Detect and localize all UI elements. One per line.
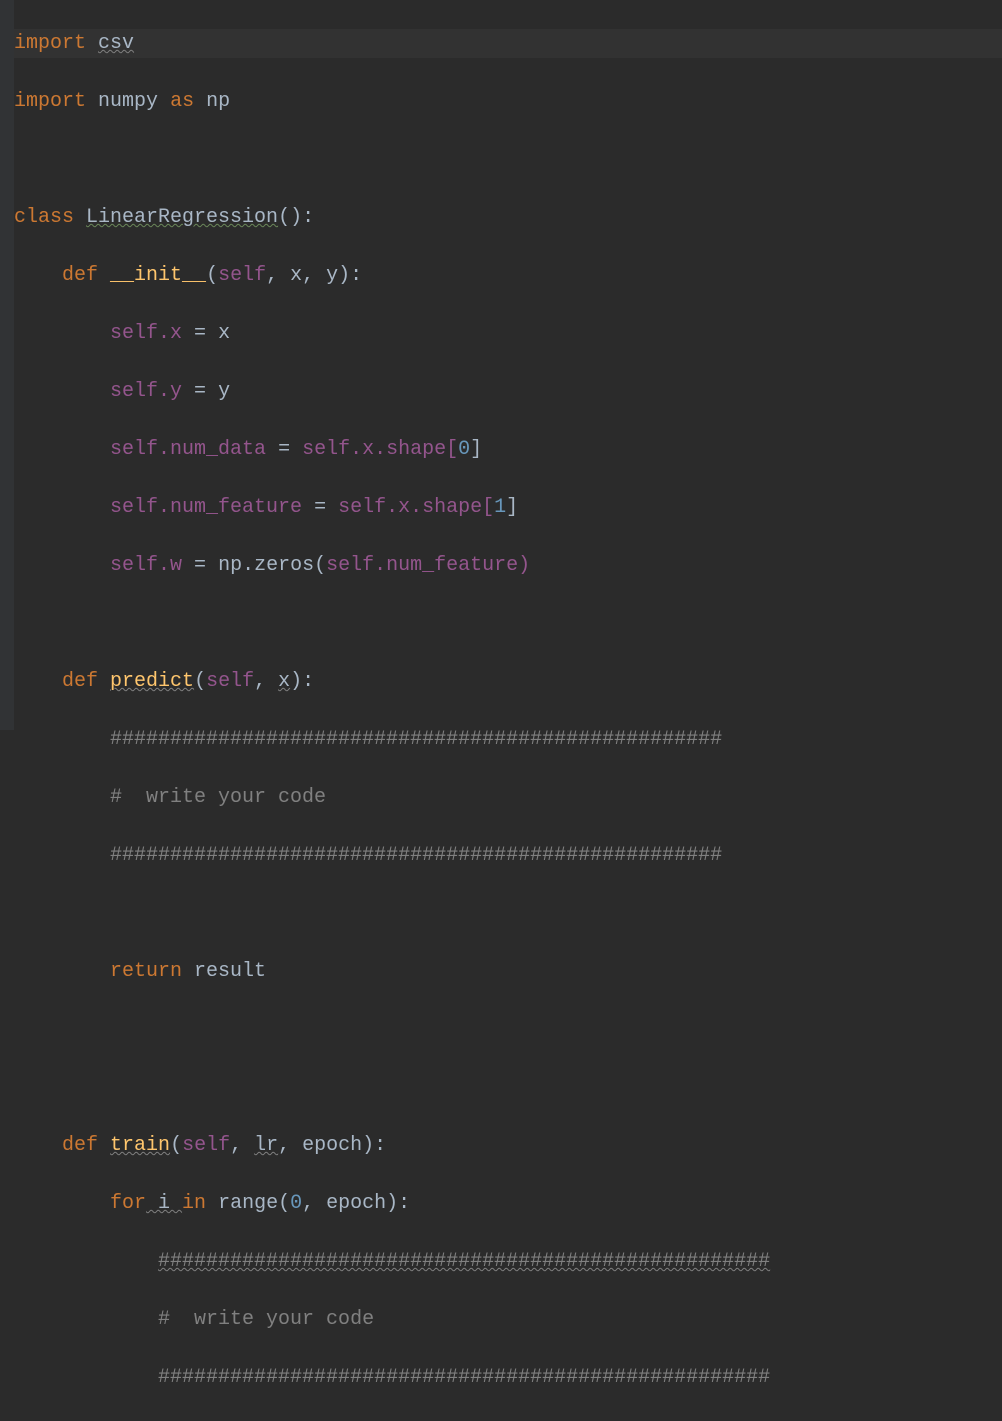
keyword-def: def bbox=[62, 670, 98, 693]
self-param: self bbox=[218, 264, 266, 287]
code-line[interactable]: self.num_data = self.x.shape[0] bbox=[14, 435, 1002, 464]
method-train: train bbox=[110, 1134, 170, 1157]
code-line[interactable]: import numpy as np bbox=[14, 87, 1002, 116]
code-line[interactable]: import csv bbox=[14, 29, 1002, 58]
editor-gutter bbox=[0, 0, 14, 730]
code-line[interactable] bbox=[14, 609, 1002, 638]
comment-hash: ########################################… bbox=[110, 844, 722, 867]
code-line[interactable]: def __init__(self, x, y): bbox=[14, 261, 1002, 290]
keyword-import: import bbox=[14, 32, 86, 55]
module-numpy: numpy bbox=[98, 90, 158, 113]
code-line[interactable]: # write your code bbox=[14, 1305, 1002, 1334]
comment-text: # write your code bbox=[110, 786, 326, 809]
paren: (): bbox=[278, 206, 314, 229]
alias-np: np bbox=[206, 90, 230, 113]
code-line[interactable]: # write your code bbox=[14, 783, 1002, 812]
keyword-for: for bbox=[110, 1192, 146, 1215]
code-line[interactable]: self.num_feature = self.x.shape[1] bbox=[14, 493, 1002, 522]
keyword-return: return bbox=[110, 960, 182, 983]
code-line[interactable] bbox=[14, 145, 1002, 174]
code-line[interactable]: class LinearRegression(): bbox=[14, 203, 1002, 232]
code-line[interactable]: self.x = x bbox=[14, 319, 1002, 348]
code-line[interactable]: ########################################… bbox=[14, 841, 1002, 870]
code-line[interactable]: def predict(self, x): bbox=[14, 667, 1002, 696]
code-line[interactable]: return result bbox=[14, 957, 1002, 986]
code-line[interactable]: ########################################… bbox=[14, 1247, 1002, 1276]
method-predict: predict bbox=[110, 670, 194, 693]
keyword-import: import bbox=[14, 90, 86, 113]
module-csv: csv bbox=[98, 32, 134, 55]
comment-hash: ########################################… bbox=[158, 1366, 770, 1389]
keyword-def: def bbox=[62, 1134, 98, 1157]
comment-text: # write your code bbox=[158, 1308, 374, 1331]
comment-hash: ########################################… bbox=[158, 1250, 770, 1273]
code-line[interactable] bbox=[14, 1015, 1002, 1044]
class-name: LinearRegression bbox=[86, 206, 278, 229]
keyword-as: as bbox=[170, 90, 194, 113]
code-line[interactable]: ########################################… bbox=[14, 725, 1002, 754]
code-line[interactable] bbox=[14, 899, 1002, 928]
code-editor[interactable]: import csv import numpy as np class Line… bbox=[14, 0, 1002, 1421]
code-line[interactable] bbox=[14, 1073, 1002, 1102]
code-line[interactable]: self.y = y bbox=[14, 377, 1002, 406]
keyword-in: in bbox=[182, 1192, 206, 1215]
code-line[interactable]: ########################################… bbox=[14, 1363, 1002, 1392]
code-line[interactable]: for i in range(0, epoch): bbox=[14, 1189, 1002, 1218]
code-line[interactable]: self.w = np.zeros(self.num_feature) bbox=[14, 551, 1002, 580]
method-init: __init__ bbox=[110, 264, 206, 287]
comment-hash: ########################################… bbox=[110, 728, 722, 751]
keyword-def: def bbox=[62, 264, 98, 287]
code-line[interactable]: def train(self, lr, epoch): bbox=[14, 1131, 1002, 1160]
keyword-class: class bbox=[14, 206, 74, 229]
